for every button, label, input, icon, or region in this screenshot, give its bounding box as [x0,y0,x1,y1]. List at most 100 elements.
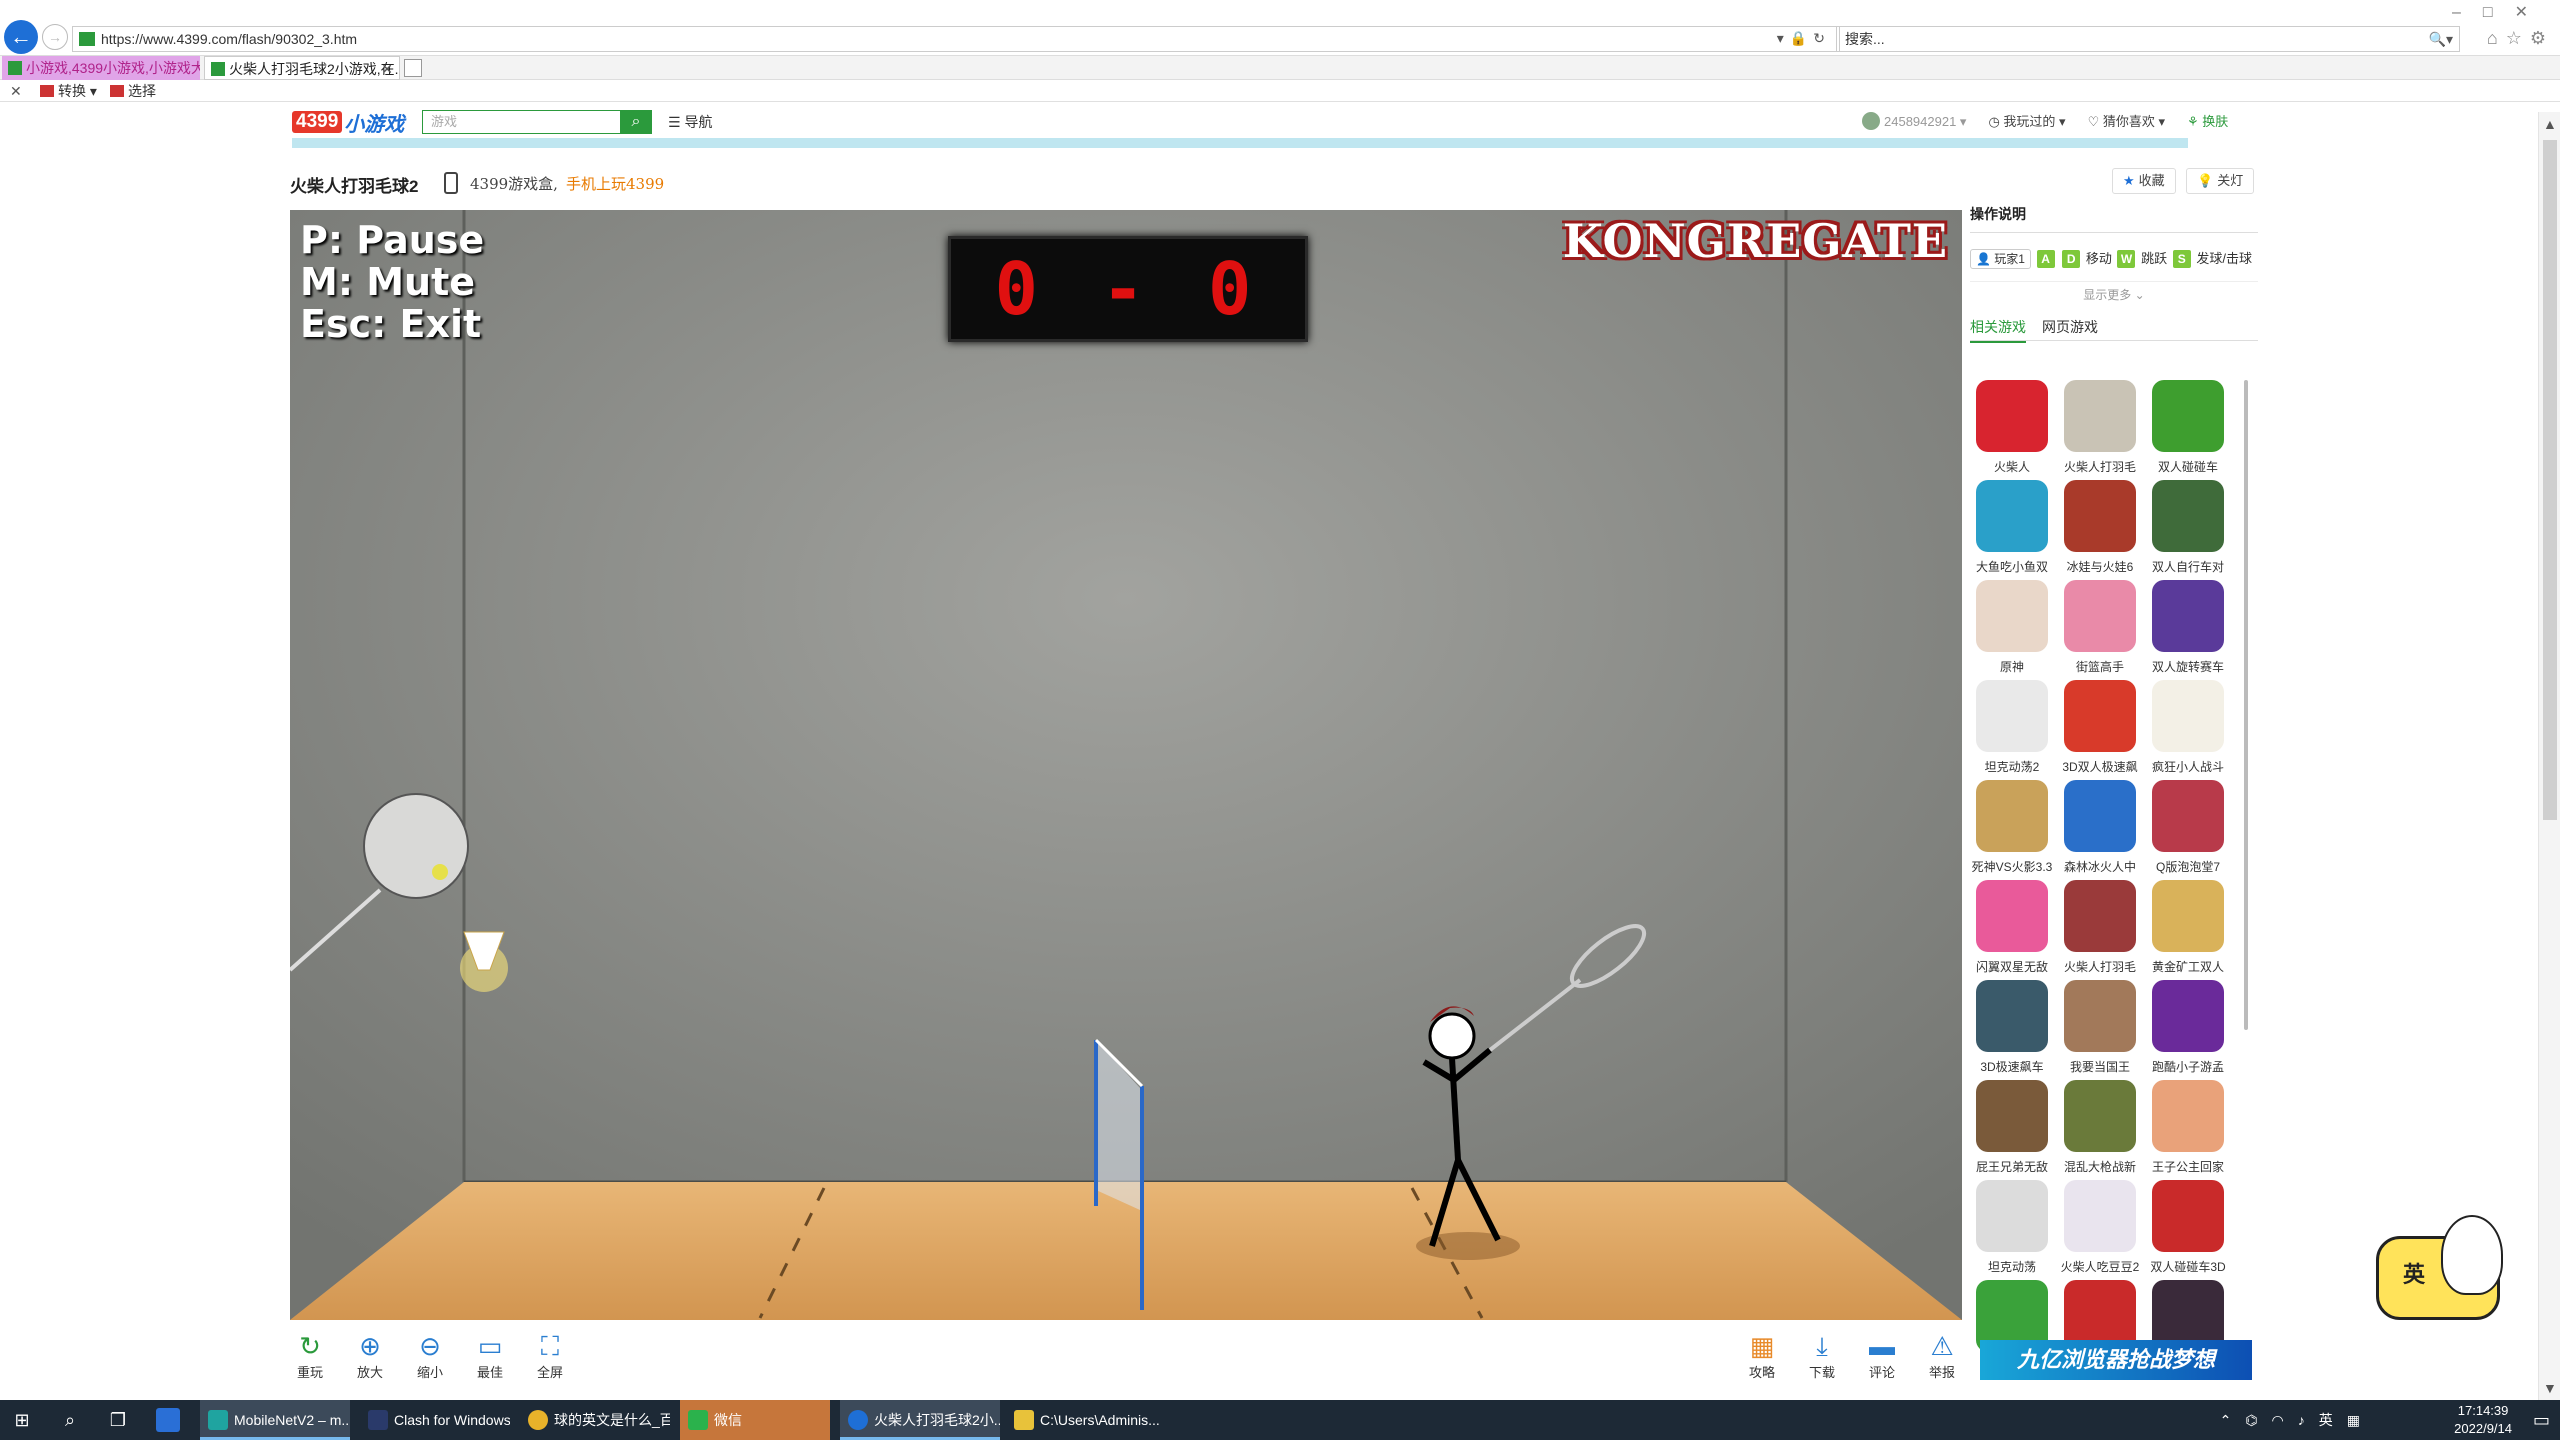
game-thumbnail [2064,680,2136,752]
close-icon[interactable]: ✕ [381,57,393,79]
ime-floating-widget[interactable]: 英 [2376,1215,2503,1320]
game-canvas[interactable]: P: Pause M: Mute Esc: Exit 0 - 0 KONGREG… [290,210,1962,1320]
related-game-item[interactable]: 我要当国王 [2058,980,2142,1075]
related-game-item[interactable]: 黄金矿工双人 [2146,880,2230,975]
replay-button[interactable]: ↻ 重玩 [288,1330,332,1381]
back-arrow-icon[interactable]: ← [4,20,38,54]
related-game-item[interactable]: 双人碰碰车3D [2146,1180,2230,1275]
game-name: 火柴人 [1993,460,2030,474]
tool-label: 下载 [1808,1365,1835,1380]
related-game-item[interactable]: 街篮高手 [2058,580,2142,675]
favorite-button[interactable]: ★ 收藏 [2112,168,2176,194]
ad-banner[interactable]: 九亿浏览器抢战梦想 [1980,1340,2252,1380]
home-star-gear-icon[interactable]: ⌂☆⚙ [2487,28,2554,49]
skin-button[interactable]: ⚘ 换肤 [2187,110,2228,134]
related-game-item[interactable]: 闪翼双星无敌 [1970,880,2054,975]
related-game-item[interactable]: 火柴人打羽毛 [2058,880,2142,975]
page-scrollbar[interactable]: ▲ ▼ [2538,112,2560,1400]
taskbar-app-chrome[interactable]: 球的英文是什么_百... [520,1400,670,1440]
address-tools-icon[interactable]: ▾🔒↻ [1777,30,1831,47]
taskbar-app-wechat[interactable]: 微信 [680,1400,830,1440]
game-thumbnail [2064,780,2136,852]
scroll-down-icon[interactable]: ▼ [2543,1380,2557,1396]
nav-menu-button[interactable]: ☰ 导航 [668,110,712,134]
scrollbar-thumb[interactable] [2543,140,2557,820]
sidebar-scrollbar[interactable] [2244,380,2248,1030]
related-game-item[interactable]: 双人自行车对 [2146,480,2230,575]
taskbar-app-explorer[interactable]: C:\Users\Adminis... [1006,1400,1166,1440]
best-fit-button[interactable]: ▭ 最佳 [468,1330,512,1381]
taskbar-app-clash[interactable]: Clash for Windows [360,1400,510,1440]
related-game-item[interactable]: 大鱼吃小鱼双 [1970,480,2054,575]
related-game-item[interactable]: 3D极速飙车 [1970,980,2054,1075]
chevron-up-icon[interactable]: ⌃ [2220,1412,2232,1429]
tab-related-games[interactable]: 相关游戏 [1970,317,2026,343]
select-button[interactable]: 选择 [110,80,156,102]
windows-start-icon[interactable]: ⊞ [10,1408,34,1432]
related-game-item[interactable]: 坦克动荡2 [1970,680,2054,775]
related-game-item[interactable]: 王子公主回家 [2146,1080,2230,1175]
related-game-item[interactable]: 原神 [1970,580,2054,675]
game-thumbnail [2064,880,2136,952]
related-game-item[interactable]: 双人碰碰车 [2146,380,2230,475]
lights-off-button[interactable]: 💡 关灯 [2186,168,2255,194]
volume-icon[interactable]: ♪ [2298,1412,2305,1428]
search-icon[interactable]: ⌕ [58,1408,82,1432]
taskbar-app-ie[interactable]: 火柴人打羽毛球2小... [840,1400,1000,1440]
convert-button[interactable]: 转换 ▾ [40,80,97,102]
recommend-menu[interactable]: ♡ 猜你喜欢 ▾ [2088,110,2165,134]
related-game-item[interactable]: 疯狂小人战斗 [2146,680,2230,775]
tab-web-games[interactable]: 网页游戏 [2042,317,2098,337]
download-button[interactable]: ⤓ 下载 [1800,1330,1844,1381]
new-tab-button[interactable] [404,59,422,77]
related-game-item[interactable]: 火柴人 [1970,380,2054,475]
related-game-item[interactable]: 死神VS火影3.3 [1970,780,2054,875]
scroll-up-icon[interactable]: ▲ [2543,116,2557,132]
show-more-button[interactable]: 显示更多 ⌄ [1970,281,2258,303]
related-game-item[interactable]: Q版泡泡堂7 [2146,780,2230,875]
ime-icon[interactable]: ▦ [2347,1412,2360,1429]
related-game-item[interactable]: 坦克动荡 [1970,1180,2054,1275]
url-field[interactable]: https://www.4399.com/flash/90302_3.htm ▾… [72,26,1840,52]
task-view-icon[interactable]: ❐ [106,1408,130,1432]
related-game-item[interactable]: 屁王兄弟无敌 [1970,1080,2054,1175]
window-controls[interactable]: –□✕ [2452,2,2550,22]
input-language[interactable]: 英 [2319,1410,2333,1430]
pinned-app-icon[interactable] [156,1408,180,1432]
taskbar-app-label: MobileNetV2 – m... [234,1412,350,1428]
site-search-input[interactable]: 游戏 [422,110,622,134]
report-button[interactable]: ⚠ 举报 [1920,1330,1964,1381]
wifi-icon[interactable]: ◠ [2272,1412,2284,1429]
related-game-item[interactable]: 混乱大枪战新 [2058,1080,2142,1175]
zoom-in-button[interactable]: ⊕ 放大 [348,1330,392,1381]
system-clock[interactable]: 17:14:39 2022/9/14 [2454,1402,2512,1438]
tab-4399-home[interactable]: 小游戏,4399小游戏,小游戏大... [2,56,200,80]
related-game-item[interactable]: 火柴人吃豆豆2 [2058,1180,2142,1275]
browser-search-input[interactable]: 搜索... 🔍▾ [1836,26,2460,52]
clock-date: 2022/9/14 [2454,1421,2512,1436]
network-icon[interactable]: ⌬ [2245,1412,2257,1429]
fullscreen-button[interactable]: ⛶ 全屏 [528,1330,572,1381]
forward-arrow-icon[interactable]: → [42,24,68,50]
taskbar-app-label: C:\Users\Adminis... [1040,1412,1160,1428]
search-icon[interactable]: ⌕ [620,110,652,134]
taskbar-app-mobilenet[interactable]: MobileNetV2 – m... [200,1400,350,1440]
related-game-item[interactable]: 火柴人打羽毛 [2058,380,2142,475]
related-game-item[interactable]: 冰娃与火娃6 [2058,480,2142,575]
game-thumbnail [2152,1080,2224,1152]
notification-icon[interactable]: ▭ [2533,1410,2550,1431]
user-account[interactable]: 2458942921 ▾ [1862,110,1966,134]
played-games-menu[interactable]: ◷ 我玩过的 ▾ [1988,110,2065,134]
related-game-item[interactable]: 3D双人极速飙 [2058,680,2142,775]
strategy-button[interactable]: ▦ 攻略 [1740,1330,1784,1381]
related-game-item[interactable]: 森林冰火人中 [2058,780,2142,875]
zoom-out-button[interactable]: ⊖ 缩小 [408,1330,452,1381]
tab-badminton[interactable]: 火柴人打羽毛球2小游戏,在... ✕ [204,56,400,80]
related-game-item[interactable]: 跑酷小子游孟 [2146,980,2230,1075]
search-icon[interactable]: 🔍▾ [2429,27,2453,51]
site-logo[interactable]: 4399 小游戏 [292,110,404,136]
promo-link[interactable]: 手机上玩4399 [566,173,664,194]
comment-button[interactable]: ▬ 评论 [1860,1330,1904,1381]
close-icon[interactable]: ✕ [10,80,22,102]
related-game-item[interactable]: 双人旋转赛车 [2146,580,2230,675]
